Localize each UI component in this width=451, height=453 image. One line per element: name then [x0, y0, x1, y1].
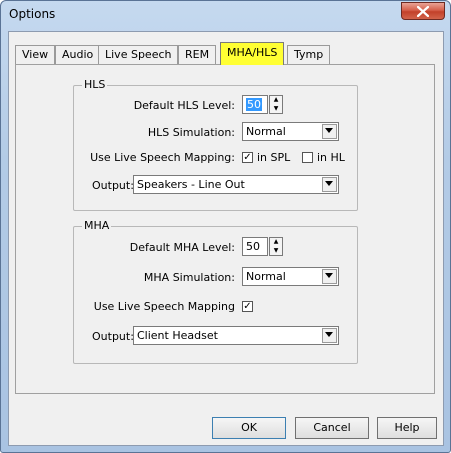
mha-group-title: MHA [82, 219, 112, 232]
default-hls-level-spinner[interactable]: ▲ ▼ [269, 95, 283, 114]
default-mha-level-input[interactable]: 50 [242, 237, 268, 256]
window-title: Options [9, 7, 56, 21]
title-bar[interactable]: Options [1, 1, 450, 27]
tab-view[interactable]: View [15, 45, 56, 64]
mha-output-select[interactable]: Client Headset [133, 326, 339, 345]
close-button[interactable] [401, 2, 445, 20]
tab-audio[interactable]: Audio [55, 45, 101, 64]
mha-output-value: Client Headset [137, 329, 218, 342]
dialog-client-area: View Audio Live Speech REM MHA/HLS Tymp … [8, 31, 444, 446]
cancel-button[interactable]: Cancel [295, 417, 369, 439]
tab-live-speech[interactable]: Live Speech [98, 45, 179, 64]
ok-button[interactable]: OK [212, 417, 286, 439]
chevron-down-icon[interactable] [322, 124, 337, 139]
mha-output-label: Output: [92, 330, 134, 343]
hls-group-title: HLS [82, 78, 108, 91]
in-hl-checkbox[interactable] [302, 152, 313, 163]
options-window: Options View Audio Live Speech REM MHA/H… [0, 0, 451, 453]
help-button[interactable]: Help [377, 417, 437, 439]
in-spl-checkbox[interactable]: ✓ [242, 152, 253, 163]
default-mha-level-label: Default MHA Level: [129, 241, 235, 254]
default-hls-level-label: Default HLS Level: [133, 99, 235, 112]
hls-group: HLS Default HLS Level: 50 ▲ ▼ HLS Simula… [73, 78, 358, 211]
hls-output-select[interactable]: Speakers - Line Out [133, 175, 339, 194]
chevron-down-icon[interactable] [322, 269, 337, 284]
mha-simulation-value: Normal [246, 270, 286, 283]
tab-rem[interactable]: REM [178, 45, 217, 64]
mha-simulation-label: MHA Simulation: [143, 271, 235, 284]
close-icon [417, 6, 429, 17]
spin-up-icon[interactable]: ▲ [270, 96, 282, 104]
default-hls-level-input[interactable]: 50 [242, 95, 268, 114]
chevron-down-icon[interactable] [322, 177, 337, 192]
tab-mha-hls[interactable]: MHA/HLS [220, 42, 285, 65]
hls-simulation-select[interactable]: Normal [242, 122, 339, 141]
mha-live-speech-mapping-label: Use Live Speech Mapping [93, 300, 235, 313]
hls-live-speech-mapping-label: Use Live Speech Mapping: [90, 151, 235, 164]
hls-output-value: Speakers - Line Out [137, 178, 245, 191]
tab-panel: HLS Default HLS Level: 50 ▲ ▼ HLS Simula… [15, 64, 435, 394]
spin-up-icon[interactable]: ▲ [270, 238, 282, 246]
mha-live-speech-mapping-checkbox[interactable]: ✓ [242, 301, 253, 312]
hls-simulation-label: HLS Simulation: [147, 126, 235, 139]
hls-output-label: Output: [92, 179, 134, 192]
in-spl-label: in SPL [257, 151, 291, 164]
mha-group: MHA Default MHA Level: 50 ▲ ▼ MHA Simula… [73, 219, 358, 364]
tab-tymp[interactable]: Tymp [287, 45, 331, 64]
mha-simulation-select[interactable]: Normal [242, 267, 339, 286]
in-hl-label: in HL [317, 151, 345, 164]
chevron-down-icon[interactable] [322, 328, 337, 343]
hls-simulation-value: Normal [246, 125, 286, 138]
spin-down-icon[interactable]: ▼ [270, 247, 282, 255]
spin-down-icon[interactable]: ▼ [270, 105, 282, 113]
default-mha-level-spinner[interactable]: ▲ ▼ [269, 237, 283, 256]
